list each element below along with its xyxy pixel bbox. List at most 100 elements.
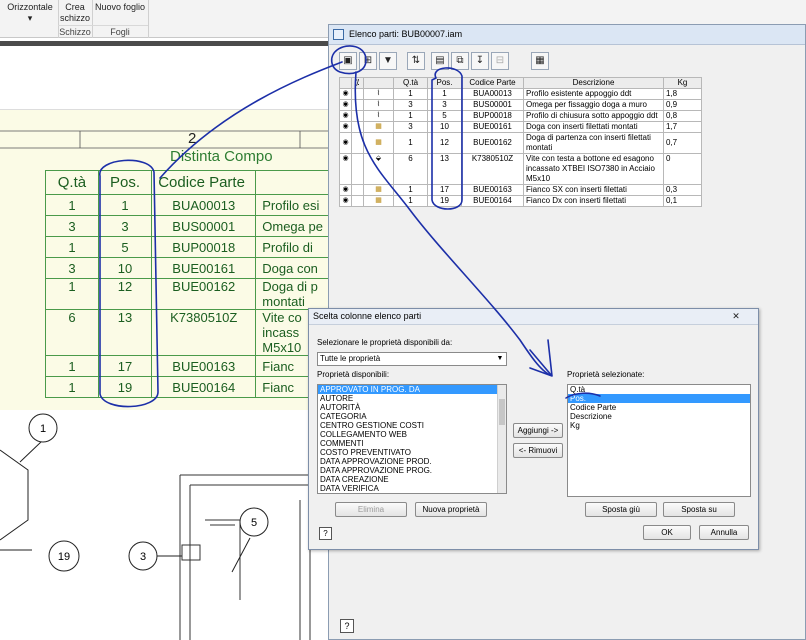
table-row[interactable]: ◉ ▦ 3 10 BUE00161 Doga con inserti filettati … — [339, 121, 702, 133]
header-icon-col[interactable] — [363, 77, 394, 89]
header-pos[interactable]: Pos. — [427, 77, 462, 89]
move-up-button[interactable]: Sposta su — [663, 502, 735, 517]
header-visibility[interactable] — [339, 77, 352, 89]
list-item[interactable]: COSTO PREVENTIVATO — [318, 448, 506, 457]
pl-desc: Fianco SX con inserti filettati — [523, 184, 664, 196]
header-desc[interactable]: Descrizione — [523, 77, 664, 89]
selected-properties-list[interactable]: Q.tà Pos. Codice Parte Descrizione Kg — [567, 384, 751, 497]
add-button[interactable]: Aggiungi -> — [513, 423, 563, 438]
sort-icon[interactable]: ⇅ — [407, 52, 425, 70]
table-row[interactable]: ◉ ⬙ 6 13 K7380510Z Vite con testa a bottone e… — [339, 153, 702, 185]
pl-qty: 1 — [393, 110, 428, 122]
member-edit-icon[interactable]: ▦ — [531, 52, 549, 70]
pl-qty: 6 — [393, 153, 428, 185]
balloon-5[interactable]: 5 — [239, 507, 269, 537]
column-chooser-icon[interactable]: ▣ — [339, 52, 357, 70]
pl-desc: Fianco Dx con inserti filettati — [523, 195, 664, 207]
new-property-button[interactable]: Nuova proprietà — [415, 502, 487, 517]
move-down-button[interactable]: Sposta giù — [585, 502, 657, 517]
parts-list-help-button[interactable]: ? — [340, 619, 354, 633]
assembly-icon: ▦ — [363, 195, 394, 207]
column-chooser-dialog[interactable]: Scelta colonne elenco parti ✕ Selezionar… — [308, 308, 759, 550]
pl-desc: Vite con testa a bottone ed esagono inca… — [523, 153, 664, 185]
table-row[interactable]: ◉ ⌇ 3 3 BUS00001 Omega per fissaggio doga a m… — [339, 99, 702, 111]
dialog-titlebar[interactable]: Scelta colonne elenco parti ✕ — [309, 309, 758, 325]
table-wrap-icon[interactable]: ⧉ — [451, 52, 469, 70]
eye-icon[interactable]: ◉ — [339, 195, 352, 207]
pl-pos: 10 — [427, 121, 462, 133]
list-item[interactable]: CATEGORIA — [318, 412, 506, 421]
part-icon: ⌇ — [363, 99, 394, 111]
pl-pos: 12 — [427, 132, 462, 154]
screw-icon: ⬙ — [363, 153, 394, 185]
export-icon[interactable]: ▤ — [431, 52, 449, 70]
dialog-help-button[interactable]: ? — [319, 527, 332, 540]
header-qty[interactable]: Q.tà — [393, 77, 428, 89]
balloon-label: 19 — [58, 551, 70, 563]
list-item[interactable]: Codice Parte — [568, 403, 750, 412]
renumber-icon[interactable]: ↧ — [471, 52, 489, 70]
list-item[interactable]: COMMENTI — [318, 439, 506, 448]
header-kg[interactable]: Kg — [663, 77, 702, 89]
list-item[interactable]: Pos. — [568, 394, 750, 403]
available-properties-list[interactable]: APPROVATO IN PROG. DA AUTORE AUTORITÀ CA… — [317, 384, 507, 494]
table-row[interactable]: ◉ ▦ 1 17 BUE00163 Fianco SX con inserti filet… — [339, 184, 702, 196]
ok-button[interactable]: OK — [643, 525, 691, 540]
pl-code: K7380510Z — [461, 153, 524, 185]
pl-pos: 5 — [427, 110, 462, 122]
table-row[interactable]: ◉ ▦ 1 12 BUE00162 Doga di partenza con insert… — [339, 132, 702, 154]
pl-desc: Doga con inserti filettati montati — [523, 121, 664, 133]
pl-desc: Omega per fissaggio doga a muro — [523, 99, 664, 111]
pl-code: BUA00013 — [461, 88, 524, 100]
table-row[interactable]: ◉ ▦ 1 19 BUE00164 Fianco Dx con inserti filet… — [339, 195, 702, 207]
list-item[interactable]: APPROVATO IN PROG. DA — [318, 385, 506, 394]
header-code[interactable]: Codice Parte — [461, 77, 524, 89]
split-icon[interactable]: ⊟ — [491, 52, 509, 70]
parts-list-icon — [333, 29, 344, 40]
list-item[interactable]: DATA CREAZIONE — [318, 475, 506, 484]
pl-kg: 1,8 — [663, 88, 702, 100]
list-item[interactable]: Q.tà — [568, 385, 750, 394]
eye-icon[interactable]: ◉ — [339, 99, 352, 111]
scrollbar[interactable] — [497, 385, 506, 493]
balloon-1[interactable]: 1 — [28, 413, 58, 443]
header-sort-icon[interactable]: ⁒ — [351, 77, 364, 89]
filter-icon[interactable]: ▼ — [379, 52, 397, 70]
eye-icon[interactable]: ◉ — [339, 132, 352, 154]
eye-icon[interactable]: ◉ — [339, 110, 352, 122]
list-item[interactable]: CENTRO GESTIONE COSTI — [318, 421, 506, 430]
eye-icon[interactable]: ◉ — [339, 88, 352, 100]
pl-qty: 3 — [393, 99, 428, 111]
table-row[interactable]: ◉ ⌇ 1 1 BUA00013 Profilo esistente appoggio d… — [339, 88, 702, 100]
pl-qty: 3 — [393, 121, 428, 133]
parts-list-titlebar[interactable]: Elenco parti: BUB00007.iam — [329, 25, 805, 45]
list-item[interactable]: AUTORITÀ — [318, 403, 506, 412]
delete-button[interactable]: Elimina — [335, 502, 407, 517]
group-settings-icon[interactable]: ⊞ — [359, 52, 377, 70]
remove-button[interactable]: <- Rimuovi — [513, 443, 563, 458]
list-item[interactable]: Kg — [568, 421, 750, 430]
table-row[interactable]: ◉ ⌇ 1 5 BUP00018 Profilo di chiusura sotto ap… — [339, 110, 702, 122]
source-select[interactable]: Tutte le proprietà ▼ — [317, 352, 507, 366]
parts-list-table[interactable]: ⁒ Q.tà Pos. Codice Parte Descrizione Kg … — [339, 77, 702, 207]
list-item[interactable]: Descrizione — [568, 412, 750, 421]
pl-kg: 0,3 — [663, 184, 702, 196]
list-item[interactable]: DATA APPROVAZIONE PROG. — [318, 466, 506, 475]
scrollbar-thumb[interactable] — [499, 399, 505, 425]
balloon-label: 5 — [251, 517, 257, 529]
close-icon[interactable]: ✕ — [718, 310, 754, 323]
list-item[interactable]: DATA VERIFICA — [318, 484, 506, 493]
eye-icon[interactable]: ◉ — [339, 184, 352, 196]
pl-kg: 0,7 — [663, 132, 702, 154]
assembly-icon: ▦ — [363, 132, 394, 154]
pl-pos: 19 — [427, 195, 462, 207]
list-item[interactable]: AUTORE — [318, 394, 506, 403]
balloon-19[interactable]: 19 — [48, 540, 80, 572]
pl-pos: 1 — [427, 88, 462, 100]
list-item[interactable]: DATA APPROVAZIONE PROD. — [318, 457, 506, 466]
cancel-button[interactable]: Annulla — [699, 525, 749, 540]
eye-icon[interactable]: ◉ — [339, 153, 352, 185]
eye-icon[interactable]: ◉ — [339, 121, 352, 133]
balloon-3[interactable]: 3 — [128, 541, 158, 571]
list-item[interactable]: COLLEGAMENTO WEB — [318, 430, 506, 439]
